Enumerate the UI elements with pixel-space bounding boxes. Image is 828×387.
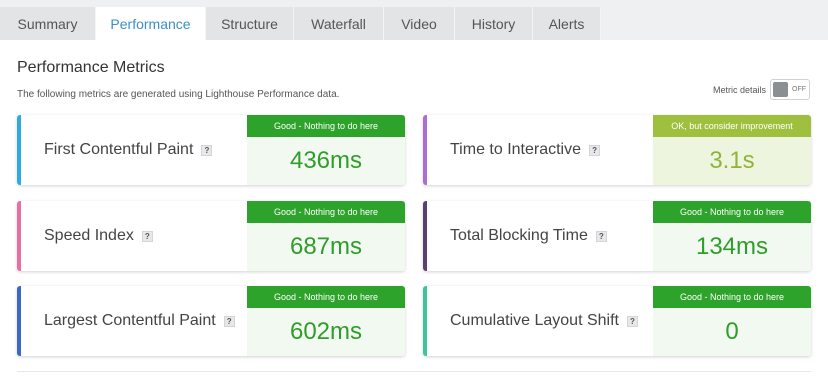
tab-video[interactable]: Video [384, 7, 455, 40]
help-icon[interactable]: ? [595, 230, 607, 242]
help-icon[interactable]: ? [141, 230, 153, 242]
metric-value: 602ms [247, 308, 405, 356]
metric-result: Good - Nothing to do here 134ms [653, 201, 811, 271]
performance-panel: Performance Metrics The following metric… [0, 40, 828, 387]
metric-result: Good - Nothing to do here 602ms [247, 286, 405, 356]
metric-label: Largest Contentful Paint [44, 312, 216, 329]
metric-value: 3.1s [653, 137, 811, 185]
metric-label: First Contentful Paint [44, 141, 194, 158]
metric-label: Total Blocking Time [450, 227, 588, 244]
metric-card-cumulative-layout-shift: Cumulative Layout Shift ? Good - Nothing… [423, 286, 811, 356]
tab-bar: Summary Performance Structure Waterfall … [0, 7, 601, 40]
metric-label-wrap: Total Blocking Time ? [450, 201, 607, 271]
metric-value: 0 [653, 308, 811, 356]
grade-banner: OK, but consider improvement [653, 115, 811, 137]
metric-card-first-contentful-paint: First Contentful Paint ? Good - Nothing … [17, 115, 405, 185]
metric-value: 687ms [247, 223, 405, 271]
card-accent [17, 115, 21, 185]
card-accent [17, 201, 21, 271]
card-accent [423, 201, 427, 271]
tab-history[interactable]: History [455, 7, 533, 40]
tab-performance[interactable]: Performance [96, 7, 206, 40]
tab-waterfall[interactable]: Waterfall [294, 7, 384, 40]
card-accent [423, 286, 427, 356]
help-icon[interactable]: ? [626, 315, 638, 327]
metric-result: Good - Nothing to do here 0 [653, 286, 811, 356]
metric-label-wrap: Largest Contentful Paint ? [44, 286, 235, 356]
metric-label-wrap: First Contentful Paint ? [44, 115, 213, 185]
metric-result: Good - Nothing to do here 436ms [247, 115, 405, 185]
grade-banner: Good - Nothing to do here [247, 115, 405, 137]
metric-label: Time to Interactive [450, 141, 582, 158]
grade-banner: Good - Nothing to do here [653, 201, 811, 223]
metric-result: Good - Nothing to do here 687ms [247, 201, 405, 271]
toggle-state-label: OFF [792, 86, 806, 93]
grade-banner: Good - Nothing to do here [247, 201, 405, 223]
tab-alerts[interactable]: Alerts [533, 7, 601, 40]
metric-label: Speed Index [44, 227, 134, 244]
metric-label-wrap: Speed Index ? [44, 201, 153, 271]
toggle-knob [773, 82, 788, 97]
metric-card-time-to-interactive: Time to Interactive ? OK, but consider i… [423, 115, 811, 185]
metric-details-label: Metric details [712, 84, 766, 95]
metric-label: Cumulative Layout Shift [450, 312, 619, 329]
help-icon[interactable]: ? [589, 144, 601, 156]
metric-card-speed-index: Speed Index ? Good - Nothing to do here … [17, 201, 405, 271]
help-icon[interactable]: ? [201, 144, 213, 156]
page-title: Performance Metrics [17, 59, 165, 76]
metric-value: 134ms [653, 223, 811, 271]
tab-summary[interactable]: Summary [0, 7, 96, 40]
metric-value: 436ms [247, 137, 405, 185]
page-subtitle: The following metrics are generated usin… [17, 89, 340, 100]
help-icon[interactable]: ? [223, 315, 235, 327]
metric-label-wrap: Cumulative Layout Shift ? [450, 286, 638, 356]
metric-result: OK, but consider improvement 3.1s [653, 115, 811, 185]
grade-banner: Good - Nothing to do here [247, 286, 405, 308]
grade-banner: Good - Nothing to do here [653, 286, 811, 308]
metric-card-largest-contentful-paint: Largest Contentful Paint ? Good - Nothin… [17, 286, 405, 356]
metric-card-total-blocking-time: Total Blocking Time ? Good - Nothing to … [423, 201, 811, 271]
metric-label-wrap: Time to Interactive ? [450, 115, 601, 185]
tab-structure[interactable]: Structure [206, 7, 294, 40]
divider [17, 371, 811, 372]
metric-details-control: Metric details OFF [713, 79, 810, 100]
card-accent [423, 115, 427, 185]
metric-details-toggle[interactable]: OFF [770, 79, 810, 100]
card-accent [17, 286, 21, 356]
